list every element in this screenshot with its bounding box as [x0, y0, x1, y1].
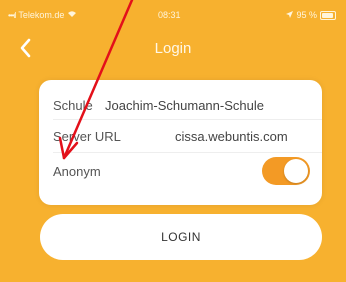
status-right-group: 95 %	[286, 10, 336, 20]
school-label: Schule	[53, 98, 93, 113]
status-time: 08:31	[158, 10, 181, 20]
server-url-value: cissa.webuntis.com	[175, 129, 288, 144]
status-bar: •••ıl Telekom.de 08:31 95 %	[0, 0, 346, 28]
divider	[53, 152, 322, 153]
battery-percent: 95 %	[296, 10, 317, 20]
school-value: Joachim-Schumann-Schule	[105, 98, 264, 113]
anonymous-toggle[interactable]	[262, 157, 310, 185]
wifi-icon	[67, 10, 77, 20]
carrier-group: •••ıl Telekom.de	[8, 10, 77, 20]
location-icon	[286, 10, 294, 20]
carrier-name: Telekom.de	[18, 10, 65, 20]
login-button[interactable]: LOGIN	[40, 214, 322, 260]
server-url-label: Server URL	[53, 129, 121, 144]
signal-icon: •••ıl	[8, 10, 16, 20]
battery-icon	[320, 10, 336, 20]
login-form-card: Schule Joachim-Schumann-Schule Server UR…	[39, 80, 322, 205]
divider	[53, 119, 322, 120]
toggle-knob	[284, 159, 308, 183]
nav-bar: Login	[0, 28, 346, 68]
anonymous-label: Anonym	[53, 164, 101, 179]
page-title: Login	[154, 40, 192, 57]
